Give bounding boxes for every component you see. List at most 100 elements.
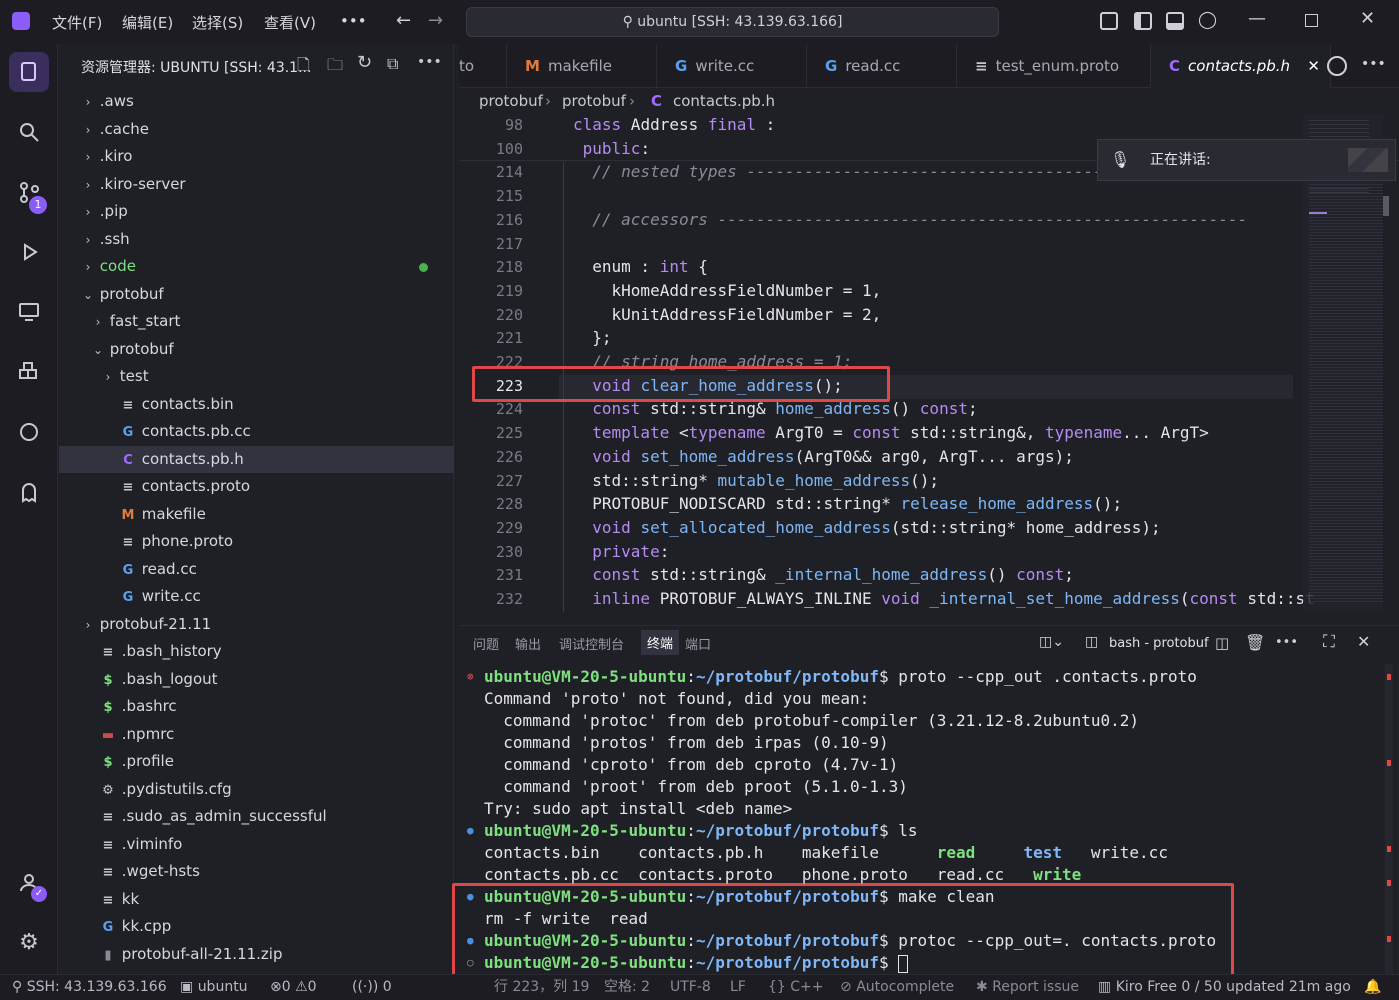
- language-mode[interactable]: {} C++: [768, 975, 824, 999]
- split-editor-icon[interactable]: [1327, 56, 1347, 76]
- account-icon[interactable]: ✓: [9, 862, 49, 902]
- menu-item[interactable]: 文件(F): [52, 12, 102, 33]
- terminal-name[interactable]: bash - protobuf: [1109, 636, 1209, 651]
- breadcrumb-item[interactable]: protobuf: [479, 88, 543, 114]
- maximize-window-button[interactable]: [1305, 14, 1318, 27]
- chat-icon[interactable]: ◯: [1198, 10, 1217, 30]
- tree-item[interactable]: $ .bashrc: [59, 693, 454, 720]
- kiro-usage[interactable]: ▥ Kiro Free 0 / 50 updated 21m ago: [1098, 975, 1351, 999]
- new-folder-icon[interactable]: 🗀: [327, 54, 343, 81]
- success-dot-icon[interactable]: ●: [467, 934, 474, 947]
- toggle-sidebar-icon[interactable]: [1134, 12, 1152, 30]
- editor-more-icon[interactable]: •••: [1361, 56, 1386, 72]
- tree-item[interactable]: $ .profile: [59, 748, 454, 775]
- tree-item[interactable]: G kk.cpp: [59, 913, 454, 940]
- code-line[interactable]: };: [573, 328, 611, 347]
- indentation[interactable]: 空格: 2: [604, 975, 650, 999]
- tree-item[interactable]: › .ssh: [59, 226, 454, 253]
- tree-item[interactable]: G contacts.pb.cc: [59, 418, 454, 445]
- breadcrumb-item[interactable]: protobuf: [562, 88, 626, 114]
- code-line[interactable]: enum : int {: [573, 257, 708, 276]
- breadcrumb-item[interactable]: contacts.pb.h: [673, 88, 775, 114]
- code-line[interactable]: const std::string& _internal_home_addres…: [573, 565, 1074, 584]
- code-line[interactable]: // accessors ---------------------------…: [573, 210, 1247, 229]
- terminal-output[interactable]: ⊗ ubuntu@VM-20-5-ubuntu:~/protobuf/protob…: [459, 663, 1379, 975]
- tree-item[interactable]: G read.cc: [59, 556, 454, 583]
- code-line[interactable]: public:: [573, 139, 650, 158]
- pending-dot-icon[interactable]: ○: [467, 956, 474, 969]
- editor-tab[interactable]: to: [459, 44, 507, 88]
- layout-customize-icon[interactable]: [1100, 12, 1118, 30]
- tree-item[interactable]: › protobuf-21.11: [59, 611, 454, 638]
- forward-arrow-icon[interactable]: →: [428, 10, 443, 31]
- success-dot-icon[interactable]: ●: [467, 890, 474, 903]
- tree-item[interactable]: ▮ protobuf-all-21.11.zip: [59, 941, 454, 968]
- menu-item[interactable]: 查看(V): [264, 12, 316, 33]
- close-panel-icon[interactable]: ✕: [1357, 632, 1370, 651]
- menu-item[interactable]: •••: [340, 12, 367, 30]
- tree-item[interactable]: ≡ phone.proto: [59, 528, 454, 555]
- line-ending[interactable]: LF: [730, 975, 746, 999]
- tree-item[interactable]: › .aws: [59, 88, 454, 115]
- remote-explorer-icon[interactable]: [9, 292, 49, 332]
- close-window-button[interactable]: ✕: [1360, 8, 1375, 29]
- minimap[interactable]: [1303, 114, 1383, 612]
- ports-indicator[interactable]: ((·)) 0: [352, 975, 392, 999]
- tree-item[interactable]: ≡ contacts.bin: [59, 391, 454, 418]
- menu-item[interactable]: 编辑(E): [122, 12, 173, 33]
- code-editor[interactable]: 98 class Address final : 100 public: 214 //…: [459, 114, 1399, 612]
- tree-item[interactable]: ≡ .sudo_as_admin_successful: [59, 803, 454, 830]
- code-line[interactable]: inline PROTOBUF_ALWAYS_INLINE void _inte…: [573, 589, 1314, 608]
- source-control-icon[interactable]: 1: [9, 172, 49, 214]
- code-line[interactable]: std::string* mutable_home_address();: [573, 471, 939, 490]
- code-line[interactable]: template <typename ArgT0 = const std::st…: [573, 423, 1209, 442]
- panel-tab[interactable]: 调试控制台: [559, 634, 624, 653]
- code-line[interactable]: PROTOBUF_NODISCARD std::string* release_…: [573, 494, 1122, 513]
- tree-item[interactable]: ⌄ protobuf: [59, 281, 454, 308]
- tree-item[interactable]: ⌄ protobuf: [59, 336, 454, 363]
- code-line[interactable]: const std::string& home_address() const;: [573, 399, 977, 418]
- search-icon[interactable]: [9, 112, 49, 152]
- editor-tab[interactable]: ≡ test_enum.proto: [957, 44, 1151, 88]
- problems-indicator[interactable]: ⊗0 ⚠0: [270, 975, 317, 999]
- toggle-panel-icon[interactable]: [1166, 12, 1184, 30]
- collapse-all-icon[interactable]: ⧉: [387, 54, 398, 74]
- tree-item[interactable]: ≡ kk: [59, 886, 454, 913]
- editor-tab[interactable]: Ccontacts.pb.h ✕: [1151, 44, 1331, 88]
- extensions-icon[interactable]: [9, 352, 49, 392]
- tree-item[interactable]: M makefile: [59, 501, 454, 528]
- editor-tab[interactable]: Gwrite.cc: [657, 44, 807, 88]
- user-indicator[interactable]: ▣ ubuntu: [180, 975, 248, 999]
- tree-item[interactable]: ≡ .wget-hsts: [59, 858, 454, 885]
- code-line[interactable]: void set_allocated_home_address(std::str…: [573, 518, 1160, 537]
- code-line[interactable]: class Address final :: [573, 115, 775, 134]
- refresh-icon[interactable]: ↻: [357, 52, 372, 73]
- code-line[interactable]: private:: [573, 542, 669, 561]
- tree-item[interactable]: › .cache: [59, 116, 454, 143]
- close-tab-icon[interactable]: ✕: [1307, 44, 1320, 88]
- trash-icon[interactable]: 🗑: [1245, 633, 1265, 652]
- new-file-icon[interactable]: 🗋: [297, 54, 310, 81]
- minimize-window-button[interactable]: —: [1248, 8, 1266, 29]
- tree-item[interactable]: ▬ .npmrc: [59, 721, 454, 748]
- split-terminal-icon[interactable]: ◫: [1215, 634, 1229, 652]
- panel-tab[interactable]: 输出: [515, 634, 541, 653]
- back-arrow-icon[interactable]: ←: [396, 10, 411, 31]
- tree-item[interactable]: ≡ .bash_history: [59, 638, 454, 665]
- panel-tab[interactable]: 问题: [473, 634, 499, 653]
- run-debug-icon[interactable]: [9, 232, 49, 272]
- notifications-bell-icon[interactable]: 🔔: [1364, 975, 1381, 999]
- editor-tab[interactable]: Mmakefile: [507, 44, 657, 88]
- maximize-panel-icon[interactable]: ⛶: [1323, 632, 1335, 652]
- tree-item[interactable]: ≡ .viminfo: [59, 831, 454, 858]
- tree-item[interactable]: › .pip: [59, 198, 454, 225]
- tree-item[interactable]: › test: [59, 363, 454, 390]
- ghost-icon[interactable]: [9, 472, 49, 512]
- tree-item[interactable]: › .kiro-server: [59, 171, 454, 198]
- tree-item[interactable]: $ .bash_logout: [59, 666, 454, 693]
- panel-tab[interactable]: 终端: [641, 630, 680, 655]
- terminal-scrollbar[interactable]: [1385, 664, 1393, 974]
- panel-tab[interactable]: 端口: [685, 634, 711, 653]
- explorer-icon[interactable]: [9, 52, 49, 92]
- remote-indicator[interactable]: ⚲ SSH: 43.139.63.166: [12, 975, 167, 999]
